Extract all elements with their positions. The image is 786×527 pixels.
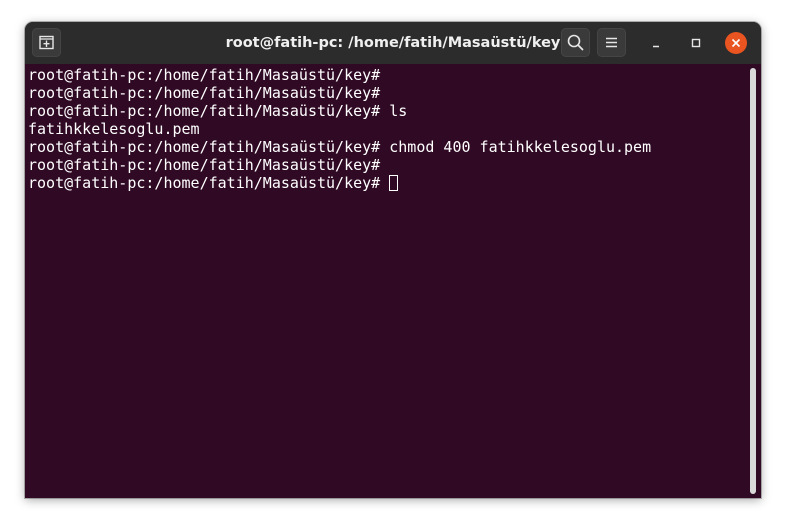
terminal-prompt: root@fatih-pc:/home/fatih/Masaüstü/key# [28, 174, 381, 192]
terminal-prompt-line: root@fatih-pc:/home/fatih/Masaüstü/key# [28, 174, 651, 192]
new-tab-icon [39, 35, 54, 50]
close-button[interactable] [725, 32, 747, 54]
terminal-line: fatihkkelesoglu.pem [28, 120, 200, 138]
new-tab-button[interactable] [32, 28, 61, 57]
terminal-line: root@fatih-pc:/home/fatih/Masaüstü/key# [28, 66, 381, 84]
terminal-window: root@fatih-pc: /home/fatih/Masaüstü/key [25, 22, 761, 498]
terminal-line: root@fatih-pc:/home/fatih/Masaüstü/key# … [28, 102, 408, 120]
minimize-button[interactable] [645, 32, 667, 54]
terminal-line: root@fatih-pc:/home/fatih/Masaüstü/key# … [28, 138, 652, 156]
terminal-output-area[interactable]: root@fatih-pc:/home/fatih/Masaüstü/key# … [25, 64, 761, 498]
terminal-lines: root@fatih-pc:/home/fatih/Masaüstü/key# … [28, 66, 651, 192]
maximize-button[interactable] [685, 32, 707, 54]
window-title: root@fatih-pc: /home/fatih/Masaüstü/key [225, 35, 561, 51]
terminal-line: root@fatih-pc:/home/fatih/Masaüstü/key# [28, 156, 381, 174]
hamburger-menu-icon [606, 37, 617, 48]
scrollbar[interactable] [750, 68, 756, 494]
title-bar[interactable]: root@fatih-pc: /home/fatih/Masaüstü/key [25, 22, 761, 64]
close-icon [731, 38, 741, 48]
menu-button[interactable] [597, 28, 626, 57]
text-cursor [389, 175, 399, 191]
minimize-icon [653, 45, 659, 48]
search-button[interactable] [561, 28, 590, 57]
maximize-icon [691, 38, 701, 48]
search-icon [567, 34, 584, 51]
terminal-line: root@fatih-pc:/home/fatih/Masaüstü/key# [28, 84, 381, 102]
